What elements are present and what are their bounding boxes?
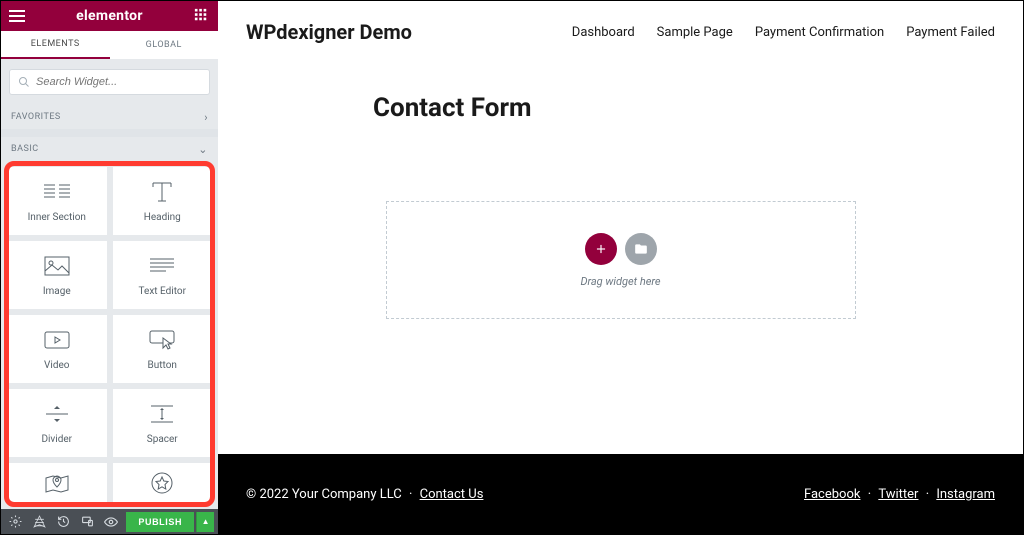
widget-divider[interactable]: Divider [7, 389, 107, 457]
footer-right: Facebook · Twitter · Instagram [804, 487, 995, 502]
publish-button[interactable]: PUBLISH [126, 512, 194, 532]
widget-label: Divider [41, 434, 72, 445]
text-lines-icon [149, 254, 175, 278]
site-nav: Dashboard Sample Page Payment Confirmati… [572, 25, 995, 40]
widgets-list: Inner Section Heading Image [1, 161, 218, 509]
page-title: Contact Form [373, 93, 1023, 123]
widget-button[interactable]: Button [113, 315, 213, 383]
button-click-icon [149, 328, 175, 352]
nav-link[interactable]: Payment Confirmation [755, 25, 884, 40]
section-basic-label: BASIC [11, 144, 39, 154]
star-badge-icon [150, 471, 174, 495]
nav-link[interactable]: Payment Failed [906, 25, 995, 40]
footer-social-link[interactable]: Facebook [804, 487, 860, 502]
site-footer: © 2022 Your Company LLC · Contact Us Fac… [218, 454, 1023, 534]
widget-heading[interactable]: Heading [113, 167, 213, 235]
footer-left: © 2022 Your Company LLC · Contact Us [246, 487, 483, 502]
tab-elements[interactable]: ELEMENTS [1, 31, 110, 59]
widget-icon[interactable] [113, 463, 213, 503]
columns-icon [43, 180, 71, 204]
preview-icon[interactable] [101, 512, 123, 532]
widget-label: Video [44, 360, 69, 371]
site-header: WPdexigner Demo Dashboard Sample Page Pa… [218, 1, 1023, 63]
widget-google-maps[interactable] [7, 463, 107, 503]
panel-tabs: ELEMENTS GLOBAL [1, 31, 218, 59]
brand-logo: elementor [76, 8, 143, 24]
publish-options-button[interactable]: ▲ [196, 512, 214, 532]
widget-label: Button [148, 360, 177, 371]
section-favorites[interactable]: FAVORITES › [1, 105, 218, 129]
add-section-button[interactable] [585, 233, 617, 265]
search-icon [18, 76, 30, 88]
elementor-panel: elementor ELEMENTS GLOBAL FAVORITES › BA… [1, 1, 218, 534]
widget-image[interactable]: Image [7, 241, 107, 309]
panel-footer: PUBLISH ▲ [1, 509, 218, 534]
responsive-icon[interactable] [77, 512, 99, 532]
widget-text-editor[interactable]: Text Editor [113, 241, 213, 309]
widget-spacer[interactable]: Spacer [113, 389, 213, 457]
tab-global[interactable]: GLOBAL [110, 31, 219, 59]
widget-label: Inner Section [28, 212, 86, 223]
widget-video[interactable]: Video [7, 315, 107, 383]
divider-icon [44, 402, 70, 426]
chevron-right-icon: › [204, 111, 208, 124]
footer-social-link[interactable]: Instagram [936, 487, 995, 502]
menu-icon[interactable] [9, 10, 25, 22]
history-icon[interactable] [53, 512, 75, 532]
divider [1, 129, 218, 137]
widget-label: Spacer [147, 434, 178, 445]
page-content: Contact Form Drag widget here [218, 63, 1023, 454]
widget-inner-section[interactable]: Inner Section [7, 167, 107, 235]
site-title: WPdexigner Demo [246, 20, 412, 44]
footer-copyright: © 2022 Your Company LLC [246, 487, 402, 502]
section-favorites-label: FAVORITES [11, 112, 61, 122]
search-widget-box [9, 69, 210, 95]
footer-social-link[interactable]: Twitter [878, 487, 918, 502]
nav-link[interactable]: Dashboard [572, 25, 635, 40]
add-section-dropzone[interactable]: Drag widget here [386, 201, 856, 319]
chevron-down-icon: ⌄ [198, 143, 208, 156]
nav-link[interactable]: Sample Page [657, 25, 733, 40]
footer-contact-link[interactable]: Contact Us [420, 487, 484, 502]
search-input[interactable] [36, 76, 201, 88]
video-icon [44, 328, 70, 352]
widget-label: Heading [144, 212, 181, 223]
widget-label: Image [43, 286, 71, 297]
panel-header: elementor [1, 1, 218, 31]
editor-canvas: WPdexigner Demo Dashboard Sample Page Pa… [218, 1, 1023, 534]
map-pin-icon [44, 471, 70, 495]
apps-grid-icon[interactable] [194, 8, 210, 24]
navigator-icon[interactable] [29, 512, 51, 532]
image-icon [44, 254, 70, 278]
widget-label: Text Editor [139, 286, 186, 297]
spacer-icon [149, 402, 175, 426]
add-template-button[interactable] [625, 233, 657, 265]
settings-icon[interactable] [5, 512, 27, 532]
dropzone-hint: Drag widget here [580, 275, 660, 288]
heading-icon [149, 180, 175, 204]
section-basic[interactable]: BASIC ⌄ [1, 137, 218, 161]
